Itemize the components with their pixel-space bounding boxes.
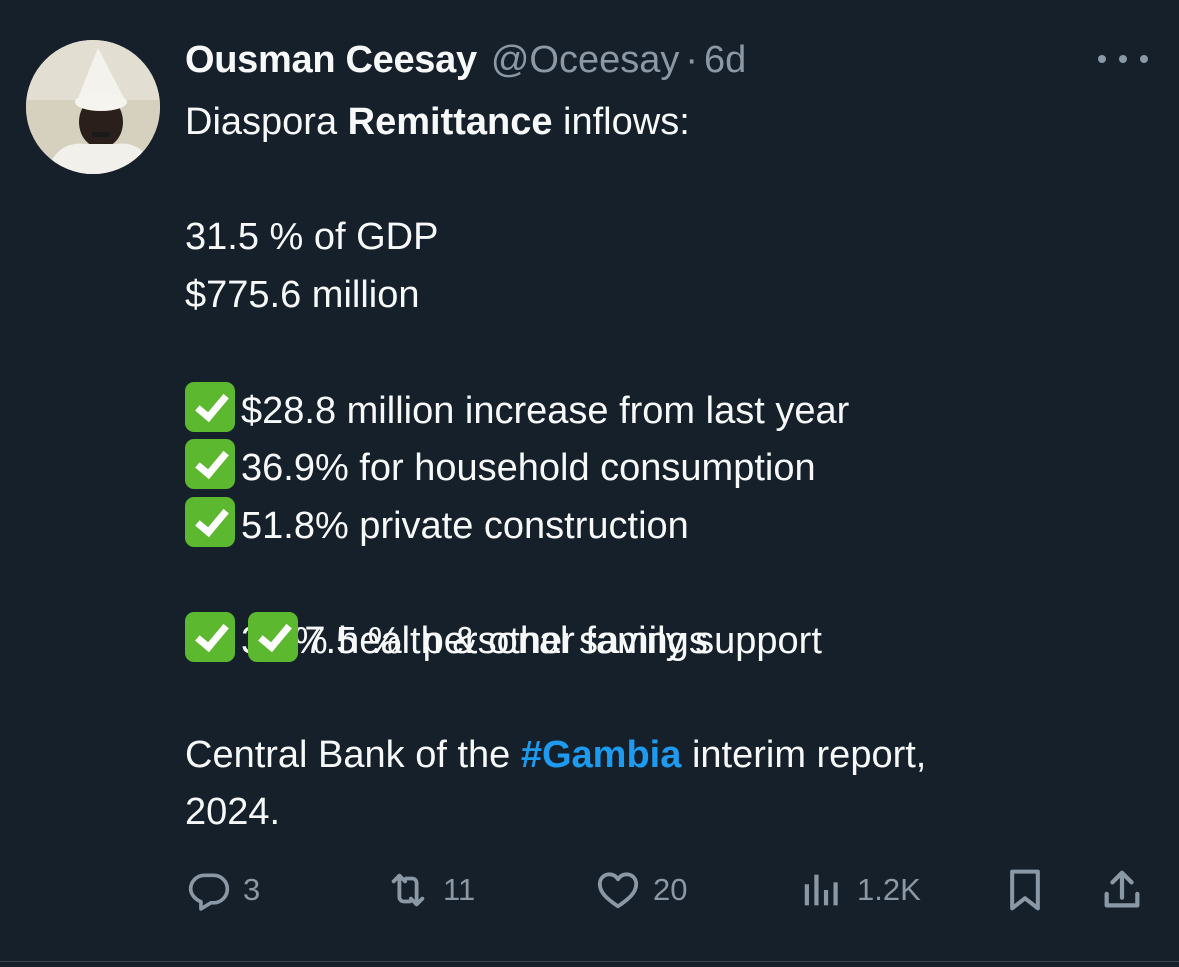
share-icon [1104,870,1140,908]
tweet-text: Diaspora Remittance inflows: 31.5 % of G… [185,94,1145,842]
avatar[interactable] [26,40,160,174]
bookmark-button[interactable] [1003,862,1047,918]
tweet: Ousman Ceesay @Oceesay · 6d Diaspora Rem… [0,0,1179,967]
reply-icon [188,873,230,911]
check-item-text: 3.8% health & other family support [241,619,822,662]
check-item: 51.8% private construction [185,496,1145,555]
heart-icon [597,872,639,909]
check-mark-icon [185,611,235,662]
check-item: 36.9% for household consumption [185,439,1145,497]
check-item-text: 36.9% for household consumption [241,447,816,489]
retweet-icon [391,873,425,907]
check-item: $28.8 million increase from last year [185,381,1145,440]
share-button[interactable] [1099,862,1145,918]
retweet-button[interactable]: 11 [385,862,475,918]
separator-dot: · [685,38,699,81]
views-button[interactable]: 1.2K [799,862,921,918]
like-count: 20 [653,872,688,907]
more-icon[interactable] [1098,46,1148,72]
views-icon [804,874,838,906]
check-mark-icon [248,611,299,662]
headline-prefix: Diaspora [185,101,348,143]
tweet-header: Ousman Ceesay @Oceesay · 6d [185,36,746,84]
more-dot [1140,55,1148,63]
more-dot [1098,55,1106,63]
views-count: 1.2K [857,872,921,907]
like-button[interactable]: 20 [595,862,687,918]
check-mark-icon [185,439,235,489]
tweet-timestamp[interactable]: 6d [704,39,746,82]
retweet-count: 11 [443,872,476,907]
check-mark-icon [185,496,235,547]
source-prefix: Central Bank of the [185,733,521,776]
reply-count: 3 [243,872,261,907]
source-line: Central Bank of the #Gambia interim repo… [185,727,1145,785]
text-line-headline: Diaspora Remittance inflows: [185,94,1145,152]
source-suffix: interim report, [681,733,927,776]
divider [0,961,1179,962]
author-handle[interactable]: @Oceesay [491,39,680,82]
hashtag-link[interactable]: #Gambia [521,734,682,776]
headline-bold: Remittance [347,101,553,143]
check-item-text: 51.8% private construction [241,504,689,547]
reply-button[interactable]: 3 [187,862,260,918]
author-display-name[interactable]: Ousman Ceesay [185,39,477,82]
amount-line: $775.6 million [185,273,420,316]
source-year: 2024. [185,791,281,833]
avatar-image [26,40,160,174]
check-mark-icon [185,381,235,432]
check-item-text: $28.8 million increase from last year [241,389,850,432]
more-dot [1119,55,1127,63]
check-item: 3.8% health & other family support [185,611,1145,670]
gdp-line: 31.5 % of GDP [185,216,439,258]
headline-suffix: inflows: [552,101,690,143]
check-item: 7.5 % personal savings [185,554,1145,662]
action-bar: 3 11 20 1.2K [185,862,1145,918]
bookmark-icon [1010,869,1040,911]
